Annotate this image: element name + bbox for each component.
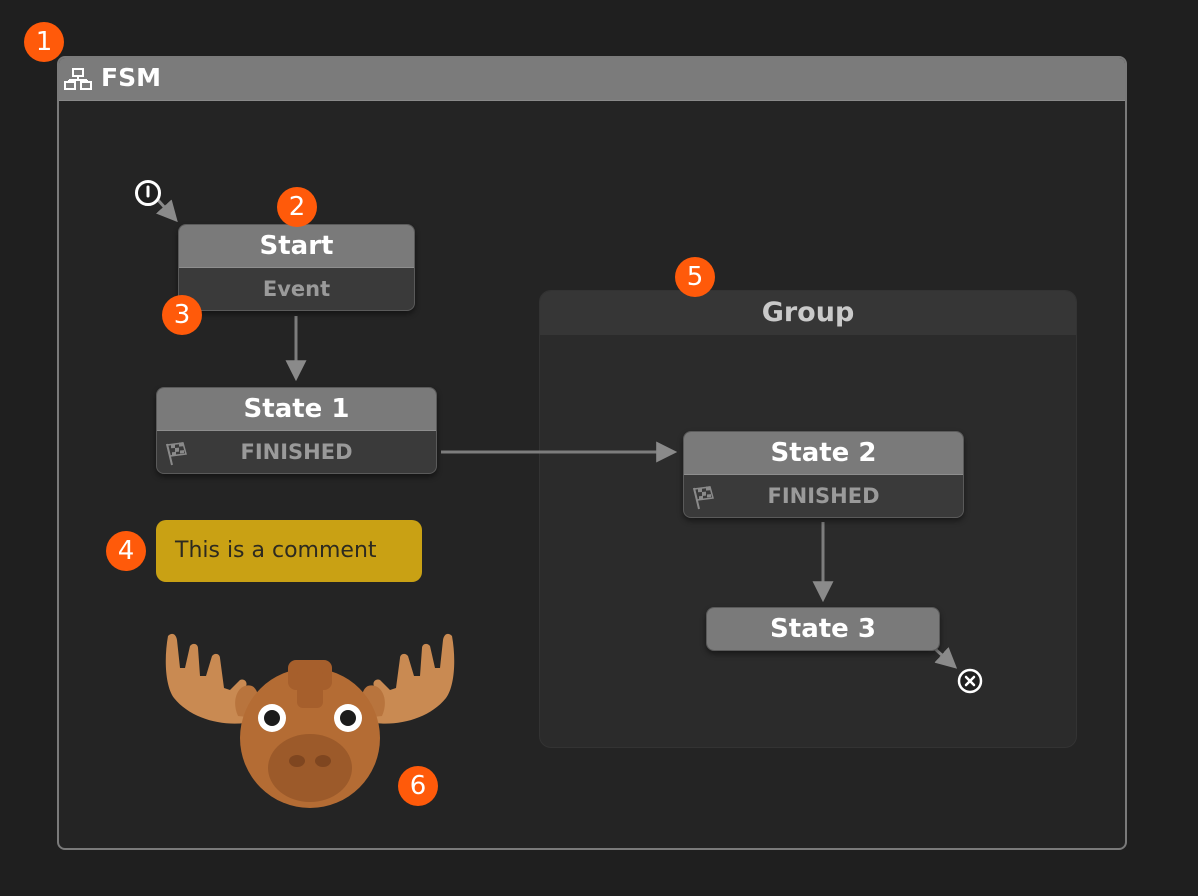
badge-mascot: 6 xyxy=(398,766,438,806)
exit-point-icon[interactable] xyxy=(957,668,983,698)
node-start[interactable]: Start Event xyxy=(178,224,415,311)
node-state-3-title: State 3 xyxy=(707,608,939,650)
checkered-flag-icon xyxy=(163,439,189,473)
entry-point-icon[interactable] xyxy=(134,179,162,211)
badge-state-node: 2 xyxy=(277,187,317,227)
canvas: FSM Group Start Event State 1 FINISHED S… xyxy=(0,0,1198,896)
badge-event: 3 xyxy=(162,295,202,335)
badge-group: 5 xyxy=(675,257,715,297)
comment-note[interactable]: This is a comment xyxy=(156,520,422,582)
node-start-title: Start xyxy=(179,225,414,268)
node-state-1-event-label: FINISHED xyxy=(240,440,353,464)
checkered-flag-icon xyxy=(690,483,716,517)
node-state-2-title: State 2 xyxy=(684,432,963,475)
node-state-2[interactable]: State 2 FINISHED xyxy=(683,431,964,518)
node-state-1-title: State 1 xyxy=(157,388,436,431)
node-state-1-event: FINISHED xyxy=(157,431,436,473)
edge-state3-exit xyxy=(932,646,958,669)
node-state-1[interactable]: State 1 FINISHED xyxy=(156,387,437,474)
node-state-2-event-label: FINISHED xyxy=(767,484,880,508)
node-start-event: Event xyxy=(262,277,331,301)
node-state-3[interactable]: State 3 xyxy=(706,607,940,651)
node-state-2-event: FINISHED xyxy=(684,475,963,517)
badge-comment: 4 xyxy=(106,531,146,571)
badge-fsm: 1 xyxy=(24,22,64,62)
